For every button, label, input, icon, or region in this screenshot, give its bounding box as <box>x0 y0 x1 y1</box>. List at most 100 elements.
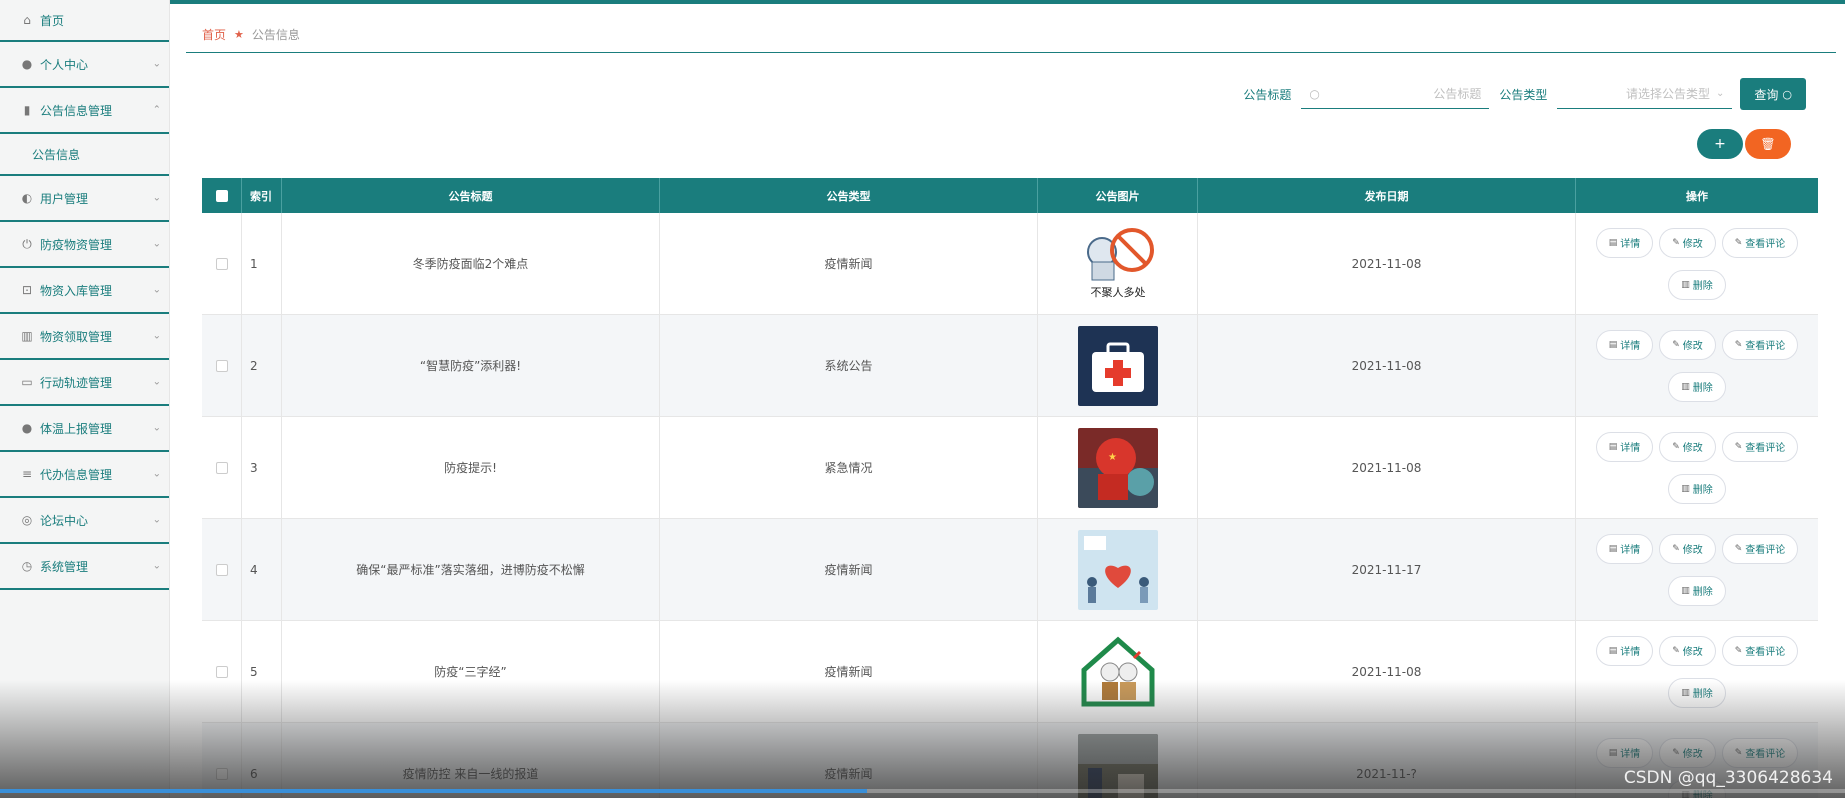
row-date: 2021-11-08 <box>1198 417 1576 518</box>
row-select-cell <box>202 315 242 416</box>
star-icon: ★ <box>234 28 244 41</box>
menu-icon: ≡ <box>21 467 33 481</box>
row-checkbox[interactable] <box>215 767 228 780</box>
type-select[interactable]: 请选择公告类型 ⌄ <box>1557 79 1733 109</box>
pencil-icon: ✎ <box>1734 339 1743 350</box>
sidebar-subitem-notice-info[interactable]: 公告信息 <box>0 134 169 176</box>
pencil-icon: ✎ <box>1672 747 1680 758</box>
row-type: 疫情新闻 <box>660 621 1038 722</box>
row-checkbox[interactable] <box>215 257 228 270</box>
row-ops: ▤ 详情 ✎ 修改 ✎ 查看评论 ▥ 删除 <box>1576 621 1818 722</box>
row-checkbox[interactable] <box>215 665 228 678</box>
view-comments-button[interactable]: ✎ 查看评论 <box>1721 431 1799 462</box>
edit-button[interactable]: ✎ 修改 <box>1659 431 1716 462</box>
add-button[interactable]: + <box>1697 129 1743 159</box>
detail-button[interactable]: ▤ 详情 <box>1595 227 1654 258</box>
row-select-cell <box>202 621 242 722</box>
watermark: CSDN @qq_3306428634 <box>1623 768 1833 788</box>
sidebar-item-stock-in-management[interactable]: ⊡ 物资入库管理 ⌄ <box>0 268 169 314</box>
edit-button[interactable]: ✎ 修改 <box>1659 227 1716 258</box>
edit-button[interactable]: ✎ 修改 <box>1659 329 1716 360</box>
id-card-icon: ▭ <box>21 375 33 389</box>
detail-button[interactable]: ▤ 详情 <box>1595 635 1654 666</box>
chevron-down-icon: ⌄ <box>152 58 161 70</box>
home-icon: ⌂ <box>23 13 31 27</box>
chevron-down-icon: ⌄ <box>152 514 161 526</box>
row-select-cell <box>202 519 242 620</box>
header-ops: 操作 <box>1686 189 1708 203</box>
detail-label: 详情 <box>1620 749 1641 760</box>
batch-delete-button[interactable]: 🗑 <box>1745 129 1791 159</box>
row-ops: ▤ 详情 ✎ 修改 ✎ 查看评论 ▥ 删除 <box>1576 213 1818 314</box>
row-date: 2021-11-17 <box>1198 519 1576 620</box>
detail-button[interactable]: ▤ 详情 <box>1595 329 1654 360</box>
view-comments-button[interactable]: ✎ 查看评论 <box>1721 737 1799 768</box>
detail-button[interactable]: ▤ 详情 <box>1595 431 1654 462</box>
row-select-cell <box>202 417 242 518</box>
view-comments-button[interactable]: ✎ 查看评论 <box>1721 227 1799 258</box>
title-search-input[interactable]: ○ 公告标题 <box>1301 79 1490 109</box>
first-aid-kit-image <box>1077 325 1158 406</box>
view-comments-button[interactable]: ✎ 查看评论 <box>1721 635 1799 666</box>
sidebar-item-label: 物资领取管理 <box>40 329 113 344</box>
row-checkbox[interactable] <box>215 461 228 474</box>
search-icon: ○ <box>1309 86 1320 101</box>
pencil-icon: ✎ <box>1672 339 1680 350</box>
edit-button[interactable]: ✎ 修改 <box>1659 737 1716 768</box>
video-progress-bar[interactable] <box>0 789 1845 793</box>
sidebar-item-home[interactable]: ⌂ 首页 <box>0 0 169 42</box>
edit-label: 修改 <box>1682 545 1703 556</box>
notice-table: 索引 公告标题 公告类型 公告图片 发布日期 操作 1 冬季防疫面临2个难点 疫情新… <box>202 178 1818 798</box>
view-comments-button[interactable]: ✎ 查看评论 <box>1721 329 1799 360</box>
sidebar-item-label: 公告信息管理 <box>40 103 113 118</box>
row-select-cell <box>202 723 242 798</box>
header-title: 公告标题 <box>282 178 660 213</box>
delete-button[interactable]: ▥ 删除 <box>1668 371 1726 402</box>
search-bar: 公告标题 ○ 公告标题 公告类型 请选择公告类型 ⌄ 查询 ○ <box>1243 78 1806 110</box>
table-row: 4 确保“最严标准”落实落细，进博防疫不松懈 疫情新闻 2021-11-17 ▤ 详情 ✎ 修… <box>202 519 1818 621</box>
row-date: 2021-11-08 <box>1198 213 1576 314</box>
pencil-icon: ✎ <box>1672 645 1680 656</box>
heart-people-image <box>1077 529 1158 610</box>
sidebar-item-notice-management[interactable]: ▮ 公告信息管理 ⌃ <box>0 88 169 134</box>
sidebar-item-system[interactable]: ◷ 系统管理 ⌄ <box>0 544 169 590</box>
row-title: 防疫提示! <box>282 417 660 518</box>
sidebar-item-agency-info[interactable]: ≡ 代办信息管理 ⌄ <box>0 452 169 498</box>
sidebar-item-user-management[interactable]: ◐ 用户管理 ⌄ <box>0 176 169 222</box>
detail-button[interactable]: ▤ 详情 <box>1595 737 1654 768</box>
edit-button[interactable]: ✎ 修改 <box>1659 635 1716 666</box>
row-date: 2021-11-? <box>1198 723 1576 798</box>
sidebar-item-label: 个人中心 <box>40 57 89 72</box>
sidebar-item-personal-center[interactable]: ● 个人中心 ⌄ <box>0 42 169 88</box>
table-row: 1 冬季防疫面临2个难点 疫情新闻 不聚人多处 2021-11-08 ▤ 详情 ✎ 修改 ✎ 查看评… <box>202 213 1818 315</box>
delete-button[interactable]: ▥ 删除 <box>1668 677 1726 708</box>
delete-button[interactable]: ▥ 删除 <box>1668 269 1726 300</box>
row-image-cell: ★ <box>1038 417 1198 518</box>
pencil-icon: ✎ <box>1672 237 1680 248</box>
select-all-checkbox[interactable] <box>215 189 228 202</box>
chevron-down-icon: ⌄ <box>152 376 161 388</box>
row-checkbox[interactable] <box>215 359 228 372</box>
pencil-icon: ✎ <box>1672 543 1680 554</box>
fist-virus-image: ★ <box>1077 427 1158 508</box>
sidebar-item-supplies-collection[interactable]: ▥ 物资领取管理 ⌄ <box>0 314 169 360</box>
detail-button[interactable]: ▤ 详情 <box>1595 533 1654 564</box>
sidebar-item-temperature-report[interactable]: ● 体温上报管理 ⌄ <box>0 406 169 452</box>
breadcrumb-home[interactable]: 首页 <box>202 26 226 43</box>
delete-button[interactable]: ▥ 删除 <box>1668 473 1726 504</box>
sidebar-item-label: 用户管理 <box>40 191 89 206</box>
sidebar-item-trajectory-management[interactable]: ▭ 行动轨迹管理 ⌄ <box>0 360 169 406</box>
sidebar-item-forum[interactable]: ◎ 论坛中心 ⌄ <box>0 498 169 544</box>
query-button[interactable]: 查询 ○ <box>1740 78 1806 110</box>
sidebar-item-supplies-management[interactable]: ⏻ 防疫物资管理 ⌄ <box>0 222 169 268</box>
sidebar-item-label: 物资入库管理 <box>40 283 113 298</box>
chevron-down-icon: ⌄ <box>152 192 161 204</box>
edit-button[interactable]: ✎ 修改 <box>1659 533 1716 564</box>
sidebar-item-label: 论坛中心 <box>40 513 89 528</box>
title-search-placeholder: 公告标题 <box>1433 87 1482 101</box>
table-actions: + 🗑 <box>1697 129 1791 159</box>
view-comments-button[interactable]: ✎ 查看评论 <box>1721 533 1799 564</box>
row-checkbox[interactable] <box>215 563 228 576</box>
delete-button[interactable]: ▥ 删除 <box>1668 575 1726 606</box>
row-type: 疫情新闻 <box>660 213 1038 314</box>
